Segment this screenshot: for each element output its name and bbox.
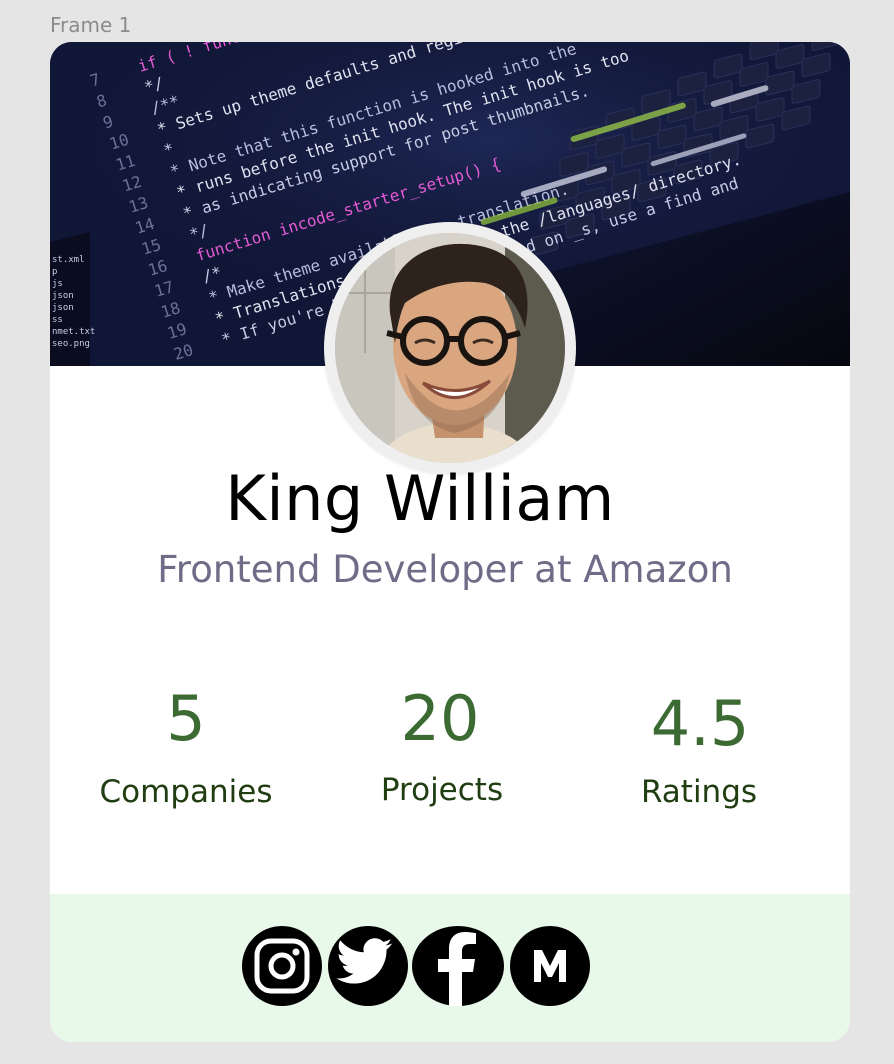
profile-name: King William — [225, 462, 615, 535]
sidebar-file-name: seo.png — [52, 339, 90, 349]
sidebar-file-name: js — [52, 279, 63, 289]
avatar-ring — [324, 222, 576, 474]
stat-ratings-value: 4.5 — [650, 687, 750, 760]
sidebar-file-name: json — [52, 291, 74, 301]
sidebar-file-name: nmet.txt — [52, 327, 95, 337]
profile-card: st.xmlpjsjsonjsonssnmet.txtseo.png 7if (… — [50, 42, 850, 1042]
sidebar-file-name: ss — [52, 315, 63, 325]
avatar — [335, 233, 565, 463]
stat-projects-label: Projects — [380, 772, 504, 808]
medium-button[interactable] — [510, 926, 590, 1006]
profile-role: Frontend Developer at Amazon — [157, 548, 733, 591]
facebook-icon — [438, 932, 476, 1006]
profile-photo — [335, 233, 565, 463]
twitter-icon — [336, 938, 393, 984]
frame-label: Frame 1 — [50, 13, 132, 37]
instagram-button[interactable] — [242, 926, 322, 1006]
twitter-button[interactable] — [328, 926, 408, 1006]
facebook-button[interactable] — [412, 926, 504, 1006]
instagram-icon — [254, 938, 310, 994]
stat-ratings-label: Ratings — [640, 774, 758, 810]
sidebar-file-name: p — [52, 267, 57, 277]
stat-projects-value: 20 — [400, 682, 480, 755]
stat-companies-label: Companies — [99, 774, 273, 810]
medium-icon — [534, 950, 566, 982]
sidebar-file-name: json — [52, 303, 74, 313]
sidebar-file-name: st.xml — [52, 255, 85, 265]
stat-companies-value: 5 — [166, 682, 206, 755]
